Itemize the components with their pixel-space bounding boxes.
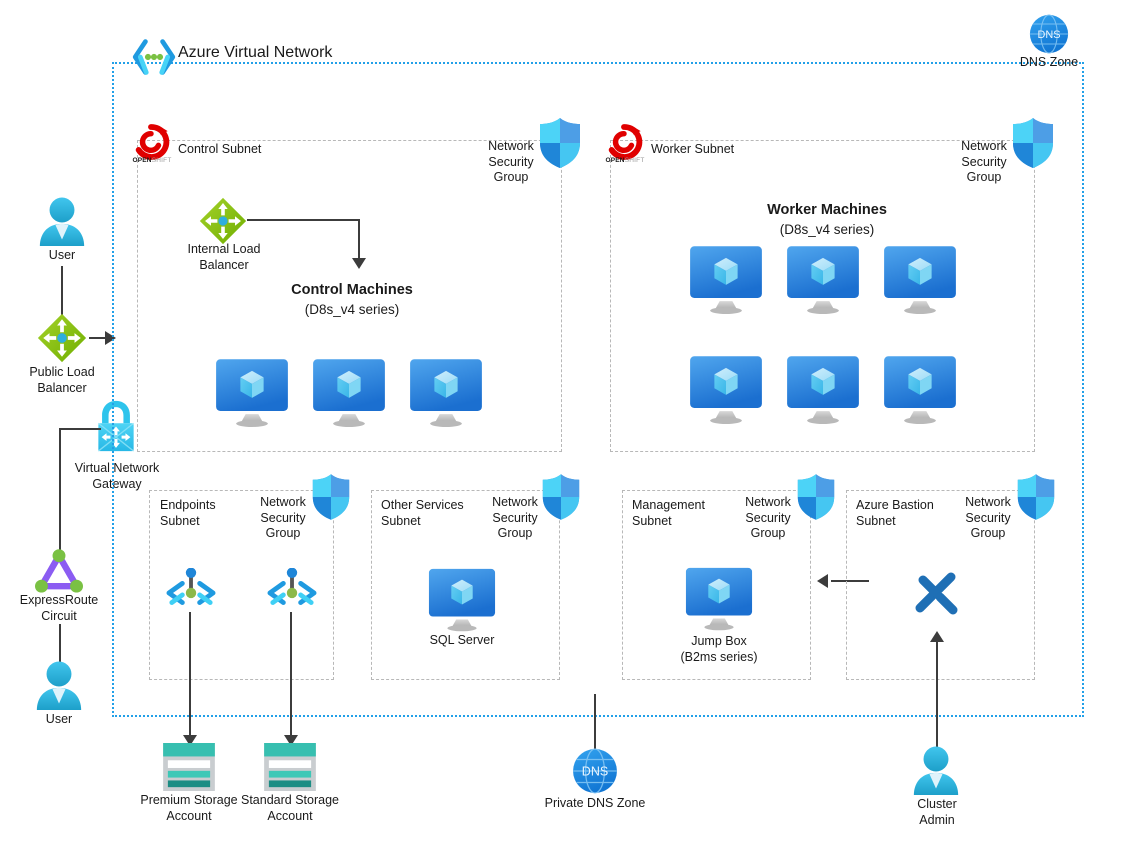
connector-vnet-to-private-dns xyxy=(594,694,596,750)
worker-machine-vm-5 xyxy=(785,355,861,425)
control-machine-vm-2 xyxy=(311,358,387,428)
openshift-word-bold-control: OPEN xyxy=(132,157,152,164)
internal-load-balancer-icon xyxy=(199,197,247,245)
dns-zone-glyph: DNS xyxy=(1038,29,1061,41)
arrow-ilb-to-control-machines xyxy=(352,258,366,269)
control-subnet-label: Control Subnet xyxy=(178,142,262,156)
user-bottom-icon xyxy=(35,660,83,712)
connector-endpoint1-to-premium-storage xyxy=(189,612,191,739)
control-machines-title: Control Machines xyxy=(291,282,413,298)
azure-virtual-network-icon xyxy=(130,38,178,76)
expressroute-circuit-label: ExpressRoute Circuit xyxy=(19,593,99,623)
openshift-logo-control xyxy=(131,122,171,162)
worker-machine-vm-4 xyxy=(688,355,764,425)
openshift-word-light-worker: SHIFT xyxy=(624,157,645,164)
openshift-wordmark-control: OPENSHIFT xyxy=(130,157,174,164)
public-load-balancer-label: Public Load Balancer xyxy=(29,365,95,395)
standard-storage-account-icon xyxy=(264,743,316,791)
nsg-label-bastion: Network Security Group xyxy=(965,495,1011,540)
connector-gateway-elbow-h xyxy=(59,428,101,430)
user-top-icon xyxy=(38,196,86,248)
openshift-logo-worker xyxy=(604,122,644,162)
connector-ilb-h xyxy=(247,219,360,221)
nsg-label-control: Network Security Group xyxy=(488,139,534,184)
connector-gateway-to-expressroute xyxy=(59,428,61,556)
internal-load-balancer-label: Internal Load Balancer xyxy=(187,242,261,272)
openshift-word-bold-worker: OPEN xyxy=(605,157,625,164)
private-dns-zone-icon: DNS xyxy=(573,748,617,794)
worker-machine-vm-3 xyxy=(882,245,958,315)
jump-box-vm-icon xyxy=(684,566,754,632)
arrow-bastion-to-management xyxy=(817,574,828,588)
user-bottom-label: User xyxy=(45,712,73,726)
jump-box-series: (B2ms series) xyxy=(680,650,758,664)
cluster-admin-icon xyxy=(912,745,960,797)
connector-user-to-public-lb xyxy=(61,266,63,318)
worker-machine-vm-2 xyxy=(785,245,861,315)
private-endpoint-icon-2 xyxy=(264,568,320,616)
nsg-label-other-services: Network Security Group xyxy=(492,495,538,540)
standard-storage-account-label: Standard Storage Account xyxy=(241,793,339,823)
nsg-label-management: Network Security Group xyxy=(745,495,791,540)
connector-cluster-admin-to-bastion xyxy=(936,641,938,747)
connector-ilb-v xyxy=(358,219,360,261)
private-dns-glyph: DNS xyxy=(582,765,608,779)
connector-endpoint2-to-standard-storage xyxy=(290,612,292,739)
sql-server-vm-icon xyxy=(427,567,497,633)
jump-box-label: Jump Box xyxy=(691,634,747,648)
worker-machines-title: Worker Machines xyxy=(767,202,887,218)
worker-machine-vm-1 xyxy=(688,245,764,315)
dns-zone-label: DNS Zone xyxy=(1019,55,1079,69)
user-top-label: User xyxy=(48,248,76,262)
nsg-label-worker: Network Security Group xyxy=(961,139,1007,184)
private-dns-zone-label: Private DNS Zone xyxy=(544,796,646,810)
worker-machine-vm-6 xyxy=(882,355,958,425)
private-endpoint-icon-1 xyxy=(163,568,219,616)
openshift-wordmark-worker: OPENSHIFT xyxy=(603,157,647,164)
control-machine-vm-1 xyxy=(214,358,290,428)
azure-bastion-icon xyxy=(906,562,968,624)
openshift-word-light-control: SHIFT xyxy=(151,157,172,164)
premium-storage-account-icon xyxy=(163,743,215,791)
nsg-label-endpoints: Network Security Group xyxy=(260,495,306,540)
control-machines-series: (D8s_v4 series) xyxy=(304,302,400,317)
azure-virtual-network-title: Azure Virtual Network xyxy=(178,44,333,61)
worker-machines-series: (D8s_v4 series) xyxy=(779,222,875,237)
arrow-cluster-admin-to-bastion xyxy=(930,631,944,642)
cluster-admin-label: Cluster Admin xyxy=(917,797,957,827)
control-machine-vm-3 xyxy=(408,358,484,428)
sql-server-label: SQL Server xyxy=(429,633,495,647)
public-load-balancer-icon xyxy=(37,313,87,363)
connector-lb-to-vnet xyxy=(89,337,105,339)
dns-zone-icon: DNS xyxy=(1029,14,1069,54)
expressroute-circuit-icon xyxy=(35,548,83,593)
worker-subnet-label: Worker Subnet xyxy=(651,142,735,156)
